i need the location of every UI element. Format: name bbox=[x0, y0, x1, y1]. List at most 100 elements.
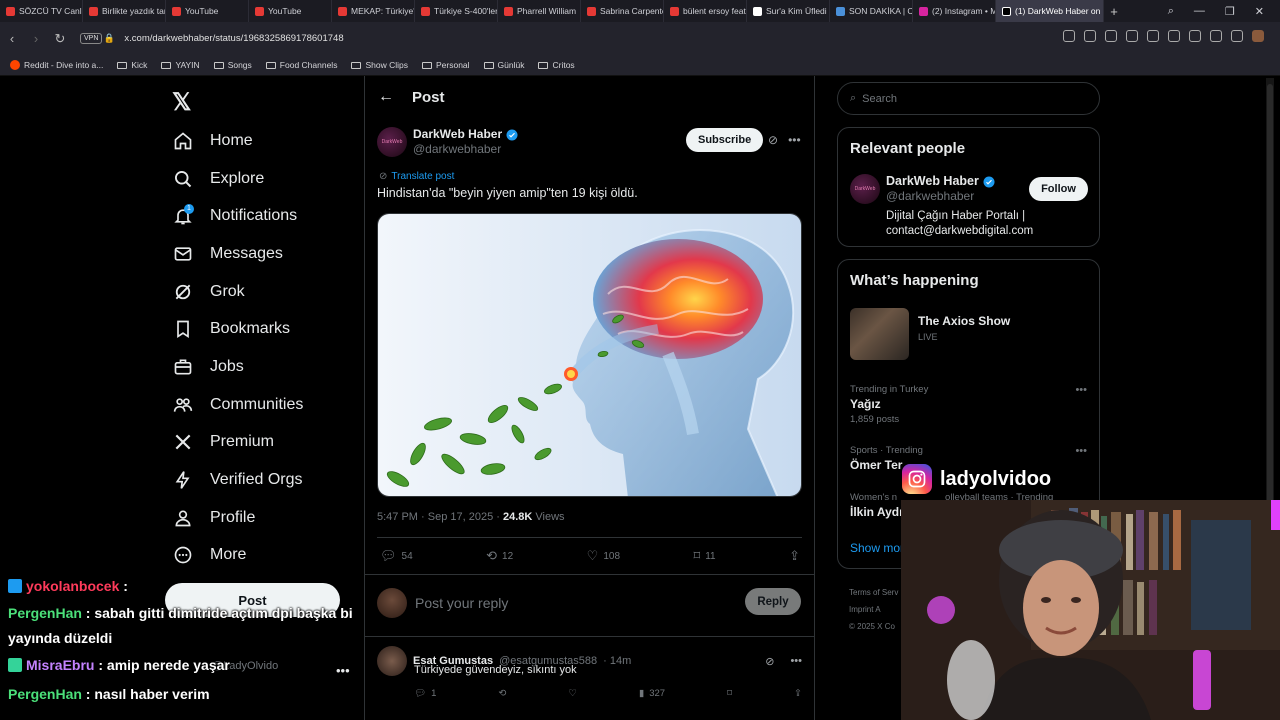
browser-tab[interactable]: Sur'a Kim Üfledi bbox=[747, 0, 830, 22]
menu-icon[interactable] bbox=[1231, 30, 1243, 42]
browser-tab[interactable]: YouTube bbox=[166, 0, 249, 22]
grok-icon[interactable]: ⊘ bbox=[765, 655, 774, 668]
reply-action[interactable]: 💬︎ 1 bbox=[414, 688, 436, 699]
sidebar-item-profile[interactable]: Profile bbox=[172, 499, 303, 537]
grok-icon[interactable]: ⊘ bbox=[768, 133, 778, 147]
author-handle[interactable]: @darkwebhaber bbox=[886, 189, 995, 204]
relevant-user[interactable]: DarkWeb DarkWeb Haber @darkwebhaber bbox=[850, 174, 995, 204]
restore-icon[interactable]: ❐ bbox=[1225, 5, 1235, 18]
reply-input[interactable]: Post your reply bbox=[415, 595, 508, 611]
bookmark-folder[interactable]: Personal bbox=[421, 60, 470, 70]
comment-time[interactable]: · 14m bbox=[603, 655, 631, 667]
bookmark-reddit[interactable]: Reddit - Dive into a... bbox=[10, 60, 103, 70]
tab-search-icon[interactable]: ⌕ bbox=[1168, 5, 1174, 18]
edit-icon[interactable] bbox=[1084, 30, 1096, 42]
author-name[interactable]: DarkWeb Haber bbox=[886, 174, 995, 189]
bookmark-folder[interactable]: YAYIN bbox=[161, 60, 200, 70]
browser-tab[interactable]: Birlikte yazdık tar bbox=[83, 0, 166, 22]
subscribe-button[interactable]: Subscribe bbox=[686, 128, 764, 152]
back-arrow-icon[interactable]: ← bbox=[378, 88, 394, 106]
sidebar-nav: Home Explore 1 Notifications Messages Grok Boo… bbox=[172, 122, 303, 574]
browser-tab-active[interactable]: (1) DarkWeb Haber on X:✕ bbox=[996, 0, 1104, 22]
share-action[interactable]: ⇪ bbox=[794, 688, 802, 699]
minimize-icon[interactable]: — bbox=[1194, 5, 1205, 17]
reload-icon[interactable]: ↻ bbox=[48, 31, 72, 47]
more-icon[interactable]: ••• bbox=[1075, 384, 1087, 396]
post-image[interactable] bbox=[377, 213, 802, 497]
bookmark-folder[interactable]: Show Clips bbox=[351, 60, 408, 70]
translate-post-link[interactable]: ⊘ Translate post bbox=[379, 171, 454, 182]
sidebar-item-messages[interactable]: Messages bbox=[172, 235, 303, 273]
sidebar-item-communities[interactable]: Communities bbox=[172, 386, 303, 424]
follow-button[interactable]: Follow bbox=[1029, 177, 1088, 201]
sidebar-item-premium[interactable]: Premium bbox=[172, 424, 303, 462]
download-icon[interactable] bbox=[1210, 30, 1222, 42]
share-action[interactable]: ⇪ bbox=[789, 548, 800, 564]
sidebar-item-explore[interactable]: Explore bbox=[172, 160, 303, 198]
new-tab-icon[interactable]: + bbox=[1104, 4, 1124, 19]
author-handle[interactable]: @darkwebhaber bbox=[413, 142, 518, 157]
more-icon[interactable]: ••• bbox=[1075, 445, 1087, 457]
play-icon[interactable] bbox=[1168, 30, 1180, 42]
browser-tab[interactable]: SON DAKİKA | Cl bbox=[830, 0, 913, 22]
search-input[interactable]: ⌕ Search bbox=[837, 82, 1100, 115]
camera-icon[interactable] bbox=[1105, 30, 1117, 42]
avatar[interactable] bbox=[377, 646, 407, 676]
sidebar-item-verified-orgs[interactable]: Verified Orgs bbox=[172, 461, 303, 499]
forward-icon[interactable]: › bbox=[24, 31, 48, 46]
list-item[interactable]: Esat Gumustas @esatgumustas588 · 14m ⊘ •… bbox=[377, 646, 802, 676]
sidebar-item-grok[interactable]: Grok bbox=[172, 273, 303, 311]
profile-avatar-icon[interactable] bbox=[1252, 30, 1264, 42]
reply-action[interactable]: 💬︎ 54 bbox=[380, 548, 413, 564]
avatar[interactable]: DarkWeb bbox=[850, 174, 880, 204]
sidebar-item-notifications[interactable]: 1 Notifications bbox=[172, 197, 303, 235]
browser-tab[interactable]: Pharrell William bbox=[498, 0, 581, 22]
heart-icon[interactable] bbox=[1189, 30, 1201, 42]
live-show[interactable]: The Axios Show LIVE bbox=[850, 308, 1010, 360]
vpn-badge[interactable]: VPN bbox=[80, 33, 103, 44]
bookmark-action[interactable]: ⌑ bbox=[727, 688, 732, 699]
like-action[interactable]: ♡ 108 bbox=[587, 548, 620, 564]
bookmark-folder[interactable]: Critos bbox=[538, 60, 575, 70]
tab-favicon-icon bbox=[504, 6, 513, 16]
browser-tab[interactable]: YouTube bbox=[249, 0, 332, 22]
more-icon[interactable]: ••• bbox=[790, 655, 802, 667]
author-name[interactable]: DarkWeb Haber bbox=[413, 127, 518, 142]
bookmark-folder[interactable]: Günlük bbox=[483, 60, 524, 70]
repost-action[interactable]: ⟲ 12 bbox=[486, 548, 513, 564]
views-action[interactable]: ▮ 327 bbox=[639, 688, 665, 699]
reply-composer[interactable]: Post your reply bbox=[377, 588, 508, 618]
post-timestamp[interactable]: 5:47 PM · Sep 17, 2025 · 24.8K Views bbox=[377, 511, 565, 523]
back-icon[interactable]: ‹ bbox=[0, 31, 24, 46]
bookmark-folder[interactable]: Kick bbox=[117, 60, 147, 70]
folder-icon bbox=[351, 61, 362, 69]
close-window-icon[interactable]: ✕ bbox=[1255, 5, 1264, 18]
bookmark-folder[interactable]: Songs bbox=[213, 60, 252, 70]
url-input[interactable]: x.com/darkwebhaber/status/19683258691786… bbox=[124, 33, 343, 44]
show-more-link[interactable]: Show mor bbox=[850, 541, 904, 555]
bookmark-action[interactable]: ⌑ 11 bbox=[694, 548, 716, 564]
like-action[interactable]: ♡ bbox=[568, 688, 577, 699]
browser-tab[interactable]: MEKAP: Türkiye' bbox=[332, 0, 415, 22]
sidebar-item-jobs[interactable]: Jobs bbox=[172, 348, 303, 386]
browser-tab[interactable]: Türkiye S-400'ler bbox=[415, 0, 498, 22]
browser-tab[interactable]: SÖZCÜ TV Canlı bbox=[0, 0, 83, 22]
sidebar-item-home[interactable]: Home bbox=[172, 122, 303, 160]
extension-icon[interactable] bbox=[1147, 30, 1159, 42]
browser-tab[interactable]: bülent ersoy feat bbox=[664, 0, 747, 22]
reply-button[interactable]: Reply bbox=[745, 588, 801, 615]
trend-item[interactable]: Trending in Turkey Yağız 1,859 posts bbox=[850, 383, 928, 426]
shield-icon[interactable] bbox=[1126, 30, 1138, 42]
post-author[interactable]: DarkWeb DarkWeb Haber @darkwebhaber bbox=[377, 127, 518, 157]
sidebar-item-more[interactable]: More bbox=[172, 537, 303, 575]
avatar[interactable]: DarkWeb bbox=[377, 127, 407, 157]
x-logo-icon[interactable]: 𝕏 bbox=[172, 88, 191, 117]
sidebar-item-bookmarks[interactable]: Bookmarks bbox=[172, 310, 303, 348]
browser-tab[interactable]: Sabrina Carpente bbox=[581, 0, 664, 22]
browser-tab[interactable]: (2) Instagram • M bbox=[913, 0, 996, 22]
more-icon[interactable]: ••• bbox=[788, 133, 801, 147]
bookmark-folder[interactable]: Food Channels bbox=[265, 60, 337, 70]
scrollbar-thumb[interactable] bbox=[1267, 84, 1273, 564]
zoom-icon[interactable] bbox=[1063, 30, 1075, 42]
repost-action[interactable]: ⟲ bbox=[498, 688, 506, 699]
